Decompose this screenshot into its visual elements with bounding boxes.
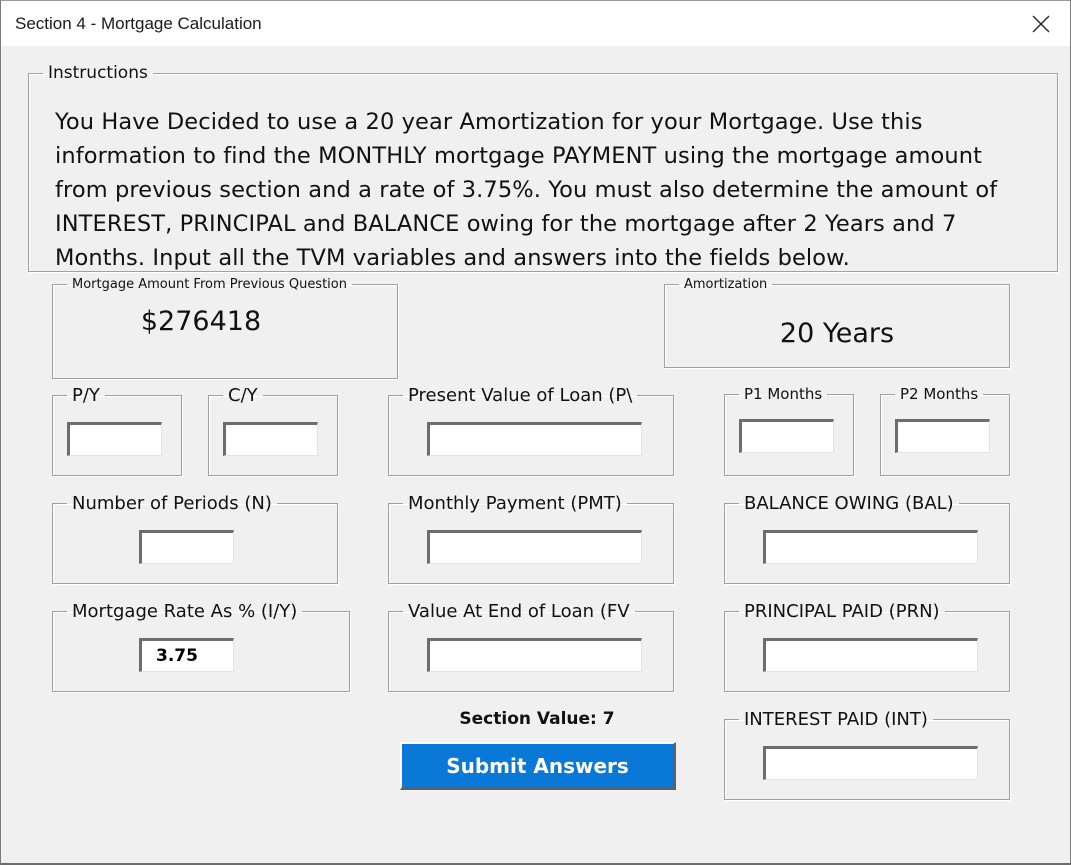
instructions-line: Months. Input all the TVM variables and … [55, 245, 850, 271]
pmt-legend: Monthly Payment (PMT) [408, 493, 622, 514]
cy-legend: C/Y [228, 385, 258, 406]
prn-input[interactable] [763, 638, 978, 672]
mortgage-calculation-window: Section 4 - Mortgage Calculation Instruc… [0, 0, 1071, 865]
pv-input[interactable] [427, 422, 642, 456]
p1-months-legend: P1 Months [744, 385, 823, 403]
close-button[interactable] [1012, 1, 1070, 46]
mortgage-amount-value: $276418 [140, 306, 262, 337]
instructions-line: information to find the MONTHLY mortgage… [55, 143, 983, 169]
p1-months-input[interactable] [739, 419, 834, 453]
instructions-legend: Instructions [48, 63, 148, 83]
pmt-input[interactable] [427, 530, 642, 564]
n-legend: Number of Periods (N) [72, 493, 272, 514]
n-input[interactable] [139, 530, 234, 564]
amortization-legend: Amortization [684, 277, 768, 292]
cy-input[interactable] [223, 422, 318, 456]
amortization-group: Amortization 20 Years [664, 277, 1010, 368]
window-title: Section 4 - Mortgage Calculation [15, 14, 262, 33]
p2-months-legend: P2 Months [900, 385, 979, 403]
close-x-icon [1032, 15, 1050, 32]
iy-input[interactable] [139, 638, 234, 672]
py-legend: P/Y [72, 385, 100, 406]
int-input[interactable] [763, 746, 978, 780]
instructions-line: You Have Decided to use a 20 year Amorti… [55, 109, 923, 135]
prn-legend: PRINCIPAL PAID (PRN) [744, 601, 940, 622]
instructions-line: from previous section and a rate of 3.75… [55, 177, 998, 203]
amortization-value: 20 Years [779, 318, 895, 349]
p2-months-input[interactable] [895, 419, 990, 453]
bal-legend: BALANCE OWING (BAL) [744, 493, 954, 514]
mortgage-amount-legend: Mortgage Amount From Previous Question [72, 277, 347, 292]
iy-legend: Mortgage Rate As % (I/Y) [72, 601, 298, 622]
bal-input[interactable] [763, 530, 978, 564]
fv-legend: Value At End of Loan (FV [408, 601, 630, 622]
instructions-text: You Have Decided to use a 20 year Amorti… [55, 105, 1039, 275]
submit-answers-button[interactable]: Submit Answers [400, 742, 676, 790]
instructions-line: INTEREST, PRINCIPAL and BALANCE owing fo… [55, 211, 957, 237]
mortgage-amount-group: Mortgage Amount From Previous Question $… [52, 277, 398, 379]
fv-input[interactable] [427, 638, 642, 672]
title-bar: Section 4 - Mortgage Calculation [1, 1, 1070, 46]
pv-legend: Present Value of Loan (P\ [408, 385, 633, 406]
py-input[interactable] [67, 422, 162, 456]
instructions-group: Instructions You Have Decided to use a 2… [28, 63, 1058, 272]
section-value-label: Section Value: 7 [459, 709, 615, 729]
int-legend: INTEREST PAID (INT) [744, 709, 928, 730]
